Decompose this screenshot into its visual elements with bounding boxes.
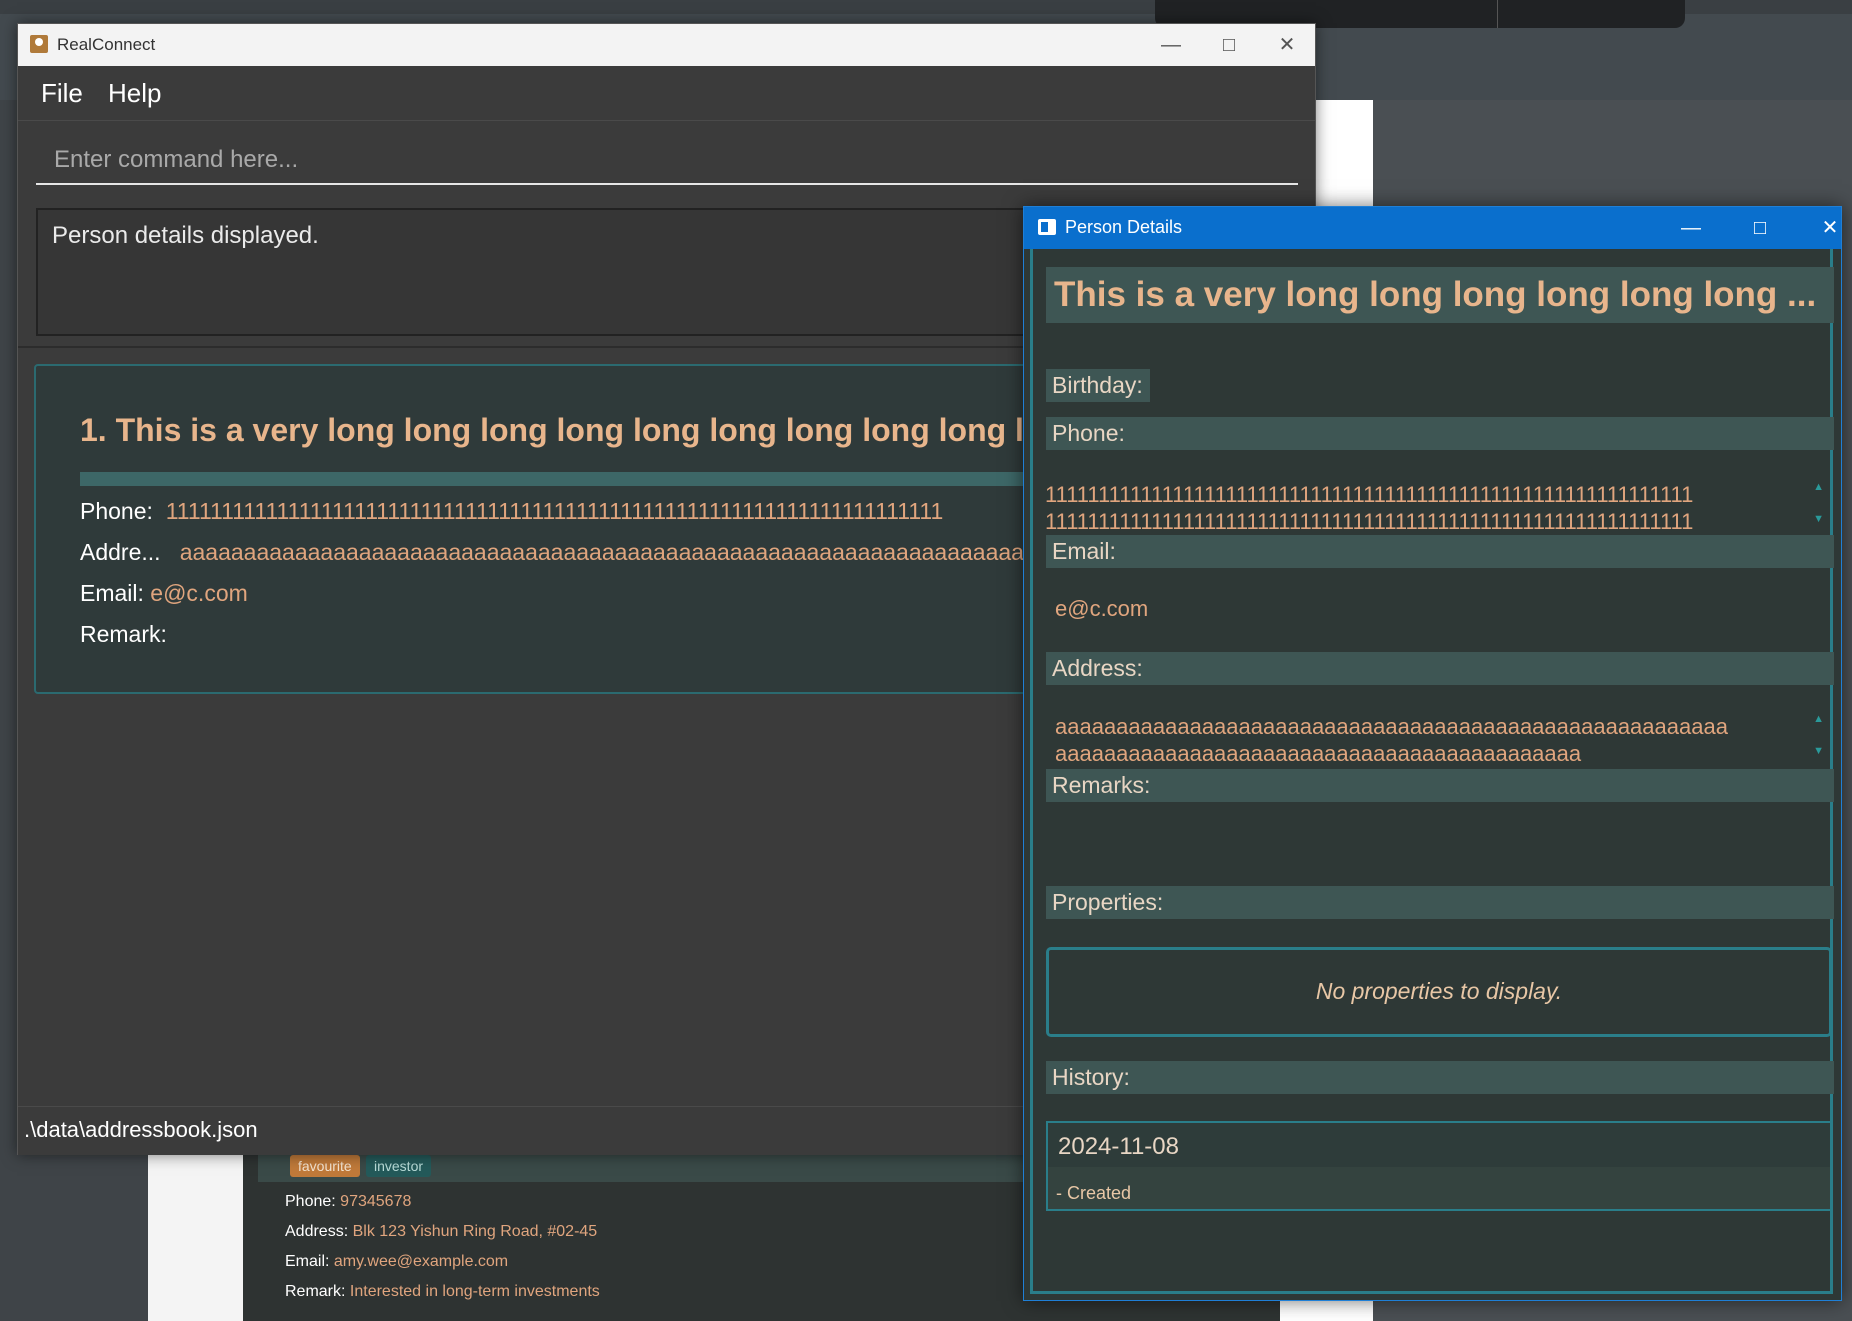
address-label: Address: bbox=[1046, 652, 1834, 685]
chevron-up-icon[interactable]: ▲ bbox=[1813, 713, 1824, 725]
maximize-button[interactable]: □ bbox=[1201, 24, 1257, 66]
maximize-icon: □ bbox=[1222, 34, 1236, 56]
properties-label: Properties: bbox=[1046, 886, 1834, 919]
address-value[interactable]: aaaaaaaaaaaaaaaaaaaaaaaaaaaaaaaaaaaaaaaa… bbox=[1055, 713, 1728, 767]
history-note: - Created bbox=[1056, 1183, 1132, 1203]
details-window-title: Person Details bbox=[1065, 217, 1183, 237]
result-text: Person details displayed. bbox=[52, 222, 319, 249]
birthday-label: Birthday: bbox=[1046, 369, 1150, 402]
close-button[interactable]: ✕ bbox=[1259, 24, 1315, 66]
history-entry: 2024-11-08 - Created bbox=[1046, 1121, 1832, 1211]
minimize-button[interactable]: — bbox=[1143, 24, 1199, 66]
details-name-header: This is a very long long long long long … bbox=[1046, 267, 1834, 323]
properties-box: No properties to display. bbox=[1046, 947, 1832, 1037]
history-date: 2024-11-08 bbox=[1048, 1123, 1830, 1167]
person-details-window-icon bbox=[1038, 219, 1056, 235]
tag-favourite: favourite bbox=[290, 1155, 360, 1177]
menu-help[interactable]: Help bbox=[108, 78, 161, 109]
bg-card-remark: Remark: Interested in long-term investme… bbox=[285, 1283, 600, 1300]
details-maximize-button[interactable]: □ bbox=[1730, 207, 1790, 249]
close-icon: ✕ bbox=[1278, 34, 1296, 56]
bg-card-email: Email: amy.wee@example.com bbox=[285, 1253, 509, 1270]
menu-bar: File Help bbox=[18, 66, 1315, 121]
person-card-remark: Remark: bbox=[80, 621, 167, 647]
details-body[interactable]: This is a very long long long long long … bbox=[1030, 249, 1834, 1294]
no-properties-text: No properties to display. bbox=[1315, 978, 1563, 1004]
realconnect-app-icon bbox=[30, 35, 48, 53]
chevron-down-icon[interactable]: ▼ bbox=[1813, 745, 1824, 757]
address-line-2: aaaaaaaaaaaaaaaaaaaaaaaaaaaaaaaaaaaaaaaa… bbox=[1055, 741, 1582, 766]
email-label: Email: bbox=[1046, 535, 1834, 568]
minimize-icon: — bbox=[1681, 217, 1701, 239]
window-title: RealConnect bbox=[57, 35, 156, 54]
remarks-label: Remarks: bbox=[1046, 769, 1834, 802]
chevron-up-icon[interactable]: ▲ bbox=[1813, 481, 1824, 493]
menu-file[interactable]: File bbox=[41, 78, 83, 109]
phone-value[interactable]: 1111111111111111111111111111111111111111… bbox=[1045, 481, 1693, 535]
command-bar bbox=[18, 121, 1315, 218]
bg-card-address: Address: Blk 123 Yishun Ring Road, #02-4… bbox=[285, 1223, 598, 1240]
email-value: e@c.com bbox=[1055, 596, 1149, 621]
person-card-address: Addre... aaaaaaaaaaaaaaaaaaaaaaaaaaaaaaa… bbox=[80, 539, 1114, 565]
address-line-1: aaaaaaaaaaaaaaaaaaaaaaaaaaaaaaaaaaaaaaaa… bbox=[1055, 714, 1728, 739]
details-name: This is a very long long long long long … bbox=[1054, 275, 1817, 314]
maximize-icon: □ bbox=[1753, 217, 1767, 239]
title-bar[interactable]: RealConnect — □ ✕ bbox=[18, 24, 1315, 66]
background-window-left bbox=[148, 1150, 244, 1321]
person-details-window[interactable]: Person Details — □ ✕ This is a very long… bbox=[1023, 206, 1842, 1301]
minimize-icon: — bbox=[1161, 34, 1181, 56]
details-close-button[interactable]: ✕ bbox=[1800, 207, 1841, 249]
person-card-phone: Phone: 111111111111111111111111111111111… bbox=[80, 498, 944, 524]
person-card-email: Email: e@c.com bbox=[80, 580, 248, 606]
phone-label: Phone: bbox=[1046, 417, 1834, 450]
phone-line-1: 1111111111111111111111111111111111111111… bbox=[1045, 482, 1694, 507]
person-card-name: 1. This is a very long long long long lo… bbox=[80, 412, 1083, 448]
tag-investor: investor bbox=[366, 1155, 432, 1177]
details-minimize-button[interactable]: — bbox=[1661, 207, 1721, 249]
close-icon: ✕ bbox=[1821, 217, 1839, 239]
storage-path: .\data\addressbook.json bbox=[24, 1117, 258, 1142]
history-label: History: bbox=[1046, 1061, 1834, 1094]
details-title-bar[interactable]: Person Details — □ ✕ bbox=[1024, 207, 1841, 249]
phone-line-2: 1111111111111111111111111111111111111111… bbox=[1045, 509, 1694, 534]
bg-card-phone: Phone: 97345678 bbox=[285, 1193, 412, 1210]
chevron-down-icon[interactable]: ▼ bbox=[1813, 513, 1824, 525]
command-input[interactable] bbox=[36, 137, 1298, 185]
